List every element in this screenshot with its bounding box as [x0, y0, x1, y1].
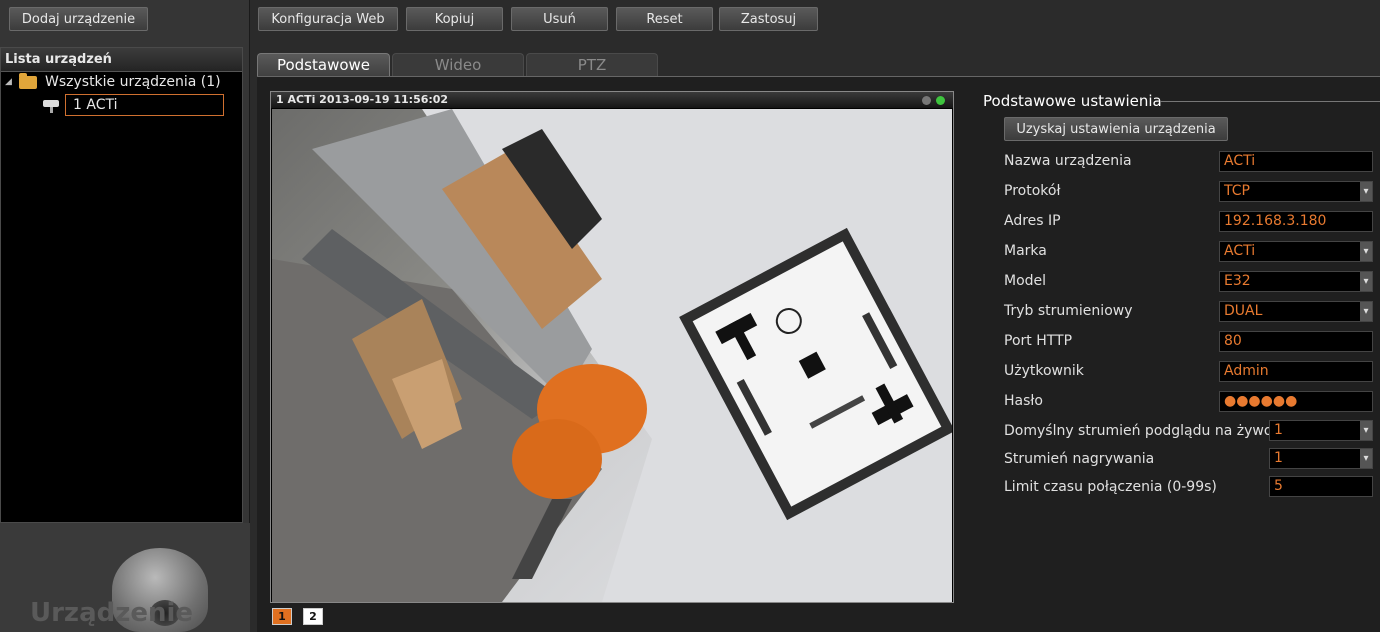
model-select[interactable]: E32 — [1219, 271, 1373, 292]
video-preview[interactable]: 1 ACTi 2013-09-19 11:56:02 — [270, 91, 954, 603]
status-light-icon — [922, 96, 931, 105]
camera-scene — [272, 109, 952, 602]
tree-item-all-devices[interactable]: ◢ Wszystkie urządzenia (1) — [5, 72, 221, 90]
reset-button[interactable]: Reset — [616, 7, 713, 31]
brand-label: Marka — [1004, 243, 1047, 259]
tree-item-device-label[interactable]: 1 ACTi — [65, 94, 224, 116]
stream-mode-select[interactable]: DUAL — [1219, 301, 1373, 322]
live-stream-label: Domyślny strumień podglądu na żywo — [1004, 423, 1273, 439]
settings-title: Podstawowe ustawienia — [983, 92, 1162, 110]
status-light-icon — [936, 96, 945, 105]
video-header-text: 1 ACTi 2013-09-19 11:56:02 — [276, 93, 449, 106]
expand-arrow-icon[interactable]: ◢ — [5, 77, 19, 87]
http-port-field[interactable]: 80 — [1219, 331, 1373, 352]
device-list: Lista urządzeń ◢ Wszystkie urządzenia (1… — [0, 47, 243, 523]
timeout-field[interactable]: 5 — [1269, 476, 1373, 497]
tree-item-device[interactable]: 1 ACTi — [43, 94, 224, 116]
protocol-label: Protokół — [1004, 183, 1061, 199]
record-stream-select[interactable]: 1 — [1269, 448, 1373, 469]
record-stream-label: Strumień nagrywania — [1004, 451, 1155, 467]
tab-video[interactable]: Wideo — [392, 53, 524, 76]
apply-button[interactable]: Zastosuj — [719, 7, 818, 31]
stream-1-button[interactable]: 1 — [272, 608, 292, 625]
tab-ptz[interactable]: PTZ — [526, 53, 658, 76]
http-port-label: Port HTTP — [1004, 333, 1073, 349]
tree-item-label: Wszystkie urządzenia (1) — [45, 74, 221, 90]
delete-button[interactable]: Usuń — [511, 7, 608, 31]
copy-button[interactable]: Kopiuj — [406, 7, 503, 31]
camera-image — [272, 109, 952, 602]
device-list-title: Lista urządzeń — [1, 48, 242, 72]
live-stream-select[interactable]: 1 — [1269, 420, 1373, 441]
password-label: Hasło — [1004, 393, 1043, 409]
timeout-label: Limit czasu połączenia (0-99s) — [1004, 479, 1217, 495]
tab-basic[interactable]: Podstawowe — [257, 53, 390, 76]
ip-address-label: Adres IP — [1004, 213, 1061, 229]
camera-icon — [43, 97, 63, 113]
stream-2-button[interactable]: 2 — [303, 608, 323, 625]
device-name-label: Nazwa urządzenia — [1004, 153, 1132, 169]
get-device-settings-button[interactable]: Uzyskaj ustawienia urządzenia — [1004, 117, 1228, 141]
user-field[interactable]: Admin — [1219, 361, 1373, 382]
device-name-field[interactable]: ACTi — [1219, 151, 1373, 172]
settings-divider — [1160, 101, 1380, 102]
web-config-button[interactable]: Konfiguracja Web — [258, 7, 398, 31]
password-field[interactable]: ●●●●●● — [1219, 391, 1373, 412]
folder-icon — [19, 72, 37, 89]
stream-mode-label: Tryb strumieniowy — [1004, 303, 1133, 319]
user-label: Użytkownik — [1004, 363, 1084, 379]
video-header: 1 ACTi 2013-09-19 11:56:02 — [271, 92, 953, 108]
ip-address-field[interactable]: 192.168.3.180 — [1219, 211, 1373, 232]
device-section-title: Urządzenie — [30, 598, 194, 628]
protocol-select[interactable]: TCP — [1219, 181, 1373, 202]
brand-select[interactable]: ACTi — [1219, 241, 1373, 262]
add-device-button[interactable]: Dodaj urządzenie — [9, 7, 148, 31]
model-label: Model — [1004, 273, 1047, 289]
